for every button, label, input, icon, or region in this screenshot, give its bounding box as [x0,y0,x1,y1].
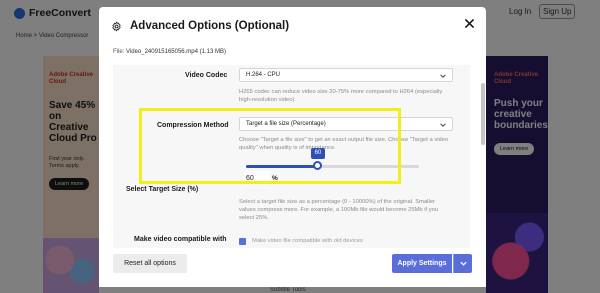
highlight-box [139,108,401,184]
chevron-down-icon [440,74,446,78]
compatibility-checkbox[interactable] [239,238,246,245]
modal-scrollbar[interactable] [481,83,485,145]
file-info: File: Video_240915165056.mp4 (1.13 MB) [113,49,226,55]
file-label: File: [113,49,125,55]
select-target-size-label: Select Target Size (%) [126,186,199,193]
chevron-down-icon [459,261,467,266]
modal-title: Advanced Options (Optional) [130,20,290,32]
video-codec-select[interactable]: H.264 - CPU [239,68,453,82]
video-codec-help: H265 codec can reduce video size 20-75% … [239,89,443,103]
apply-settings-dropdown[interactable] [453,254,472,273]
close-icon [464,18,474,28]
gear-icon [112,21,121,32]
video-codec-value: H.264 - CPU [246,72,281,78]
apply-settings-button[interactable]: Apply Settings [392,254,452,273]
reset-all-options-button[interactable]: Reset all options [113,254,187,273]
modal-header: Advanced Options (Optional) [99,7,486,45]
compatibility-help: Make video file compatible with old devi… [252,238,363,244]
chevron-down-icon [440,123,446,127]
file-name: Video_240915165056.mp4 (1.13 MB) [126,49,226,55]
video-codec-label: Video Codec [185,72,228,79]
close-button[interactable] [462,16,476,30]
select-target-size-help: Select a target file size as a percentag… [239,199,439,221]
compatibility-label: Make video compatible with [134,236,227,243]
